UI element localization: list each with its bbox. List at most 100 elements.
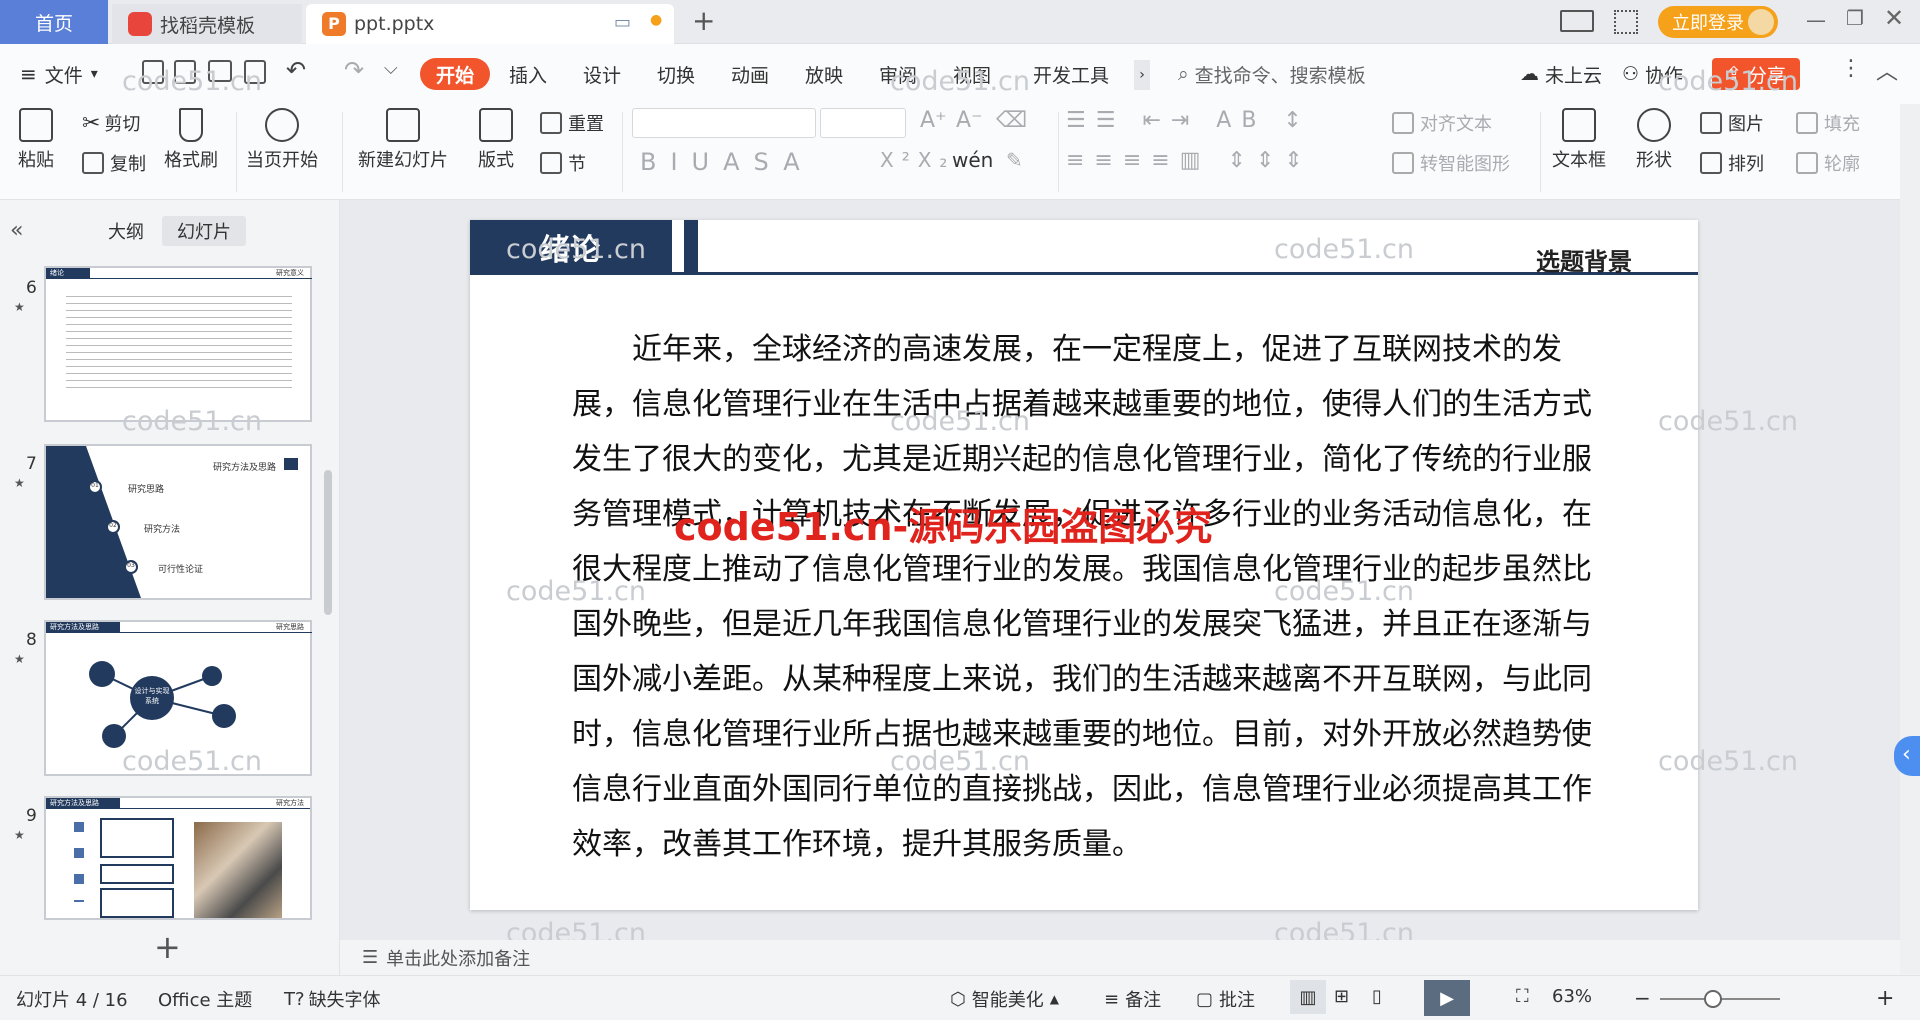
tab-slides[interactable]: 幻灯片 bbox=[162, 216, 246, 246]
menu-animation[interactable]: 动画 bbox=[731, 58, 769, 90]
menu-developer[interactable]: 开发工具 bbox=[1033, 58, 1109, 90]
theme-name[interactable]: Office 主题 bbox=[158, 986, 252, 1012]
zoom-out-icon[interactable]: − bbox=[1634, 986, 1651, 1010]
monitor-icon[interactable]: ▭ bbox=[614, 12, 631, 33]
notes-toggle-button[interactable]: ≡ 备注 bbox=[1104, 986, 1161, 1012]
normal-view-icon[interactable]: ▥ bbox=[1290, 980, 1326, 1014]
text-format-icons[interactable]: BIUASA bbox=[640, 148, 814, 176]
slide-body-text[interactable]: 近年来，全球经济的高速发展，在一定程度上，促进了互联网技术的发展，信息化管理行业… bbox=[572, 322, 1612, 872]
layout-button[interactable]: 版式 bbox=[478, 108, 514, 172]
current-slide[interactable]: 绪论 选题背景 近年来，全球经济的高速发展，在一定程度上，促进了互联网技术的发展… bbox=[470, 220, 1698, 910]
arrange-button[interactable]: 排列 bbox=[1700, 150, 1764, 176]
menu-start[interactable]: 开始 bbox=[420, 58, 491, 90]
align-text-button[interactable]: 对齐文本 bbox=[1392, 110, 1492, 136]
restore-icon[interactable]: ❐ bbox=[1846, 6, 1864, 30]
fit-window-icon[interactable]: ⛶ bbox=[1516, 986, 1529, 1007]
format-painter-button[interactable]: 格式刷 bbox=[164, 108, 218, 172]
sorter-view-icon[interactable]: ⊞ bbox=[1334, 986, 1349, 1007]
copy-button[interactable]: 复制 bbox=[82, 150, 146, 176]
menu-design[interactable]: 设计 bbox=[583, 58, 621, 90]
tab-templates-label: 找稻壳模板 bbox=[160, 14, 256, 37]
textbox-button[interactable]: 文本框 bbox=[1552, 108, 1606, 172]
font-size-down-icon[interactable]: A⁻ bbox=[956, 108, 983, 133]
zoom-slider-handle[interactable] bbox=[1704, 990, 1722, 1008]
thumb-text-lines bbox=[66, 290, 292, 394]
layout-toggle-icon[interactable] bbox=[1560, 10, 1594, 32]
add-slide-button[interactable]: + bbox=[154, 928, 181, 966]
tab-document[interactable]: P ppt.pptx ▭ ● bbox=[306, 4, 674, 44]
cloud-status[interactable]: ☁ 未上云 bbox=[1520, 58, 1602, 90]
customize-icon[interactable]: ⌵ bbox=[384, 58, 398, 79]
play-current-button[interactable]: 当页开始 bbox=[246, 108, 318, 172]
panel-scrollbar[interactable] bbox=[324, 470, 332, 615]
more-icon[interactable]: ⋮ bbox=[1840, 56, 1862, 81]
menu-transition[interactable]: 切换 bbox=[657, 58, 695, 90]
zoom-in-icon[interactable]: + bbox=[1876, 986, 1894, 1011]
thumb-title: 绪论 bbox=[46, 268, 90, 278]
watermark: code51.cn bbox=[890, 66, 1031, 97]
chevron-left-icon: ‹ bbox=[1902, 742, 1911, 767]
hamburger-icon: ≡ bbox=[20, 62, 37, 86]
apps-grid-icon[interactable] bbox=[1614, 10, 1638, 34]
tab-outline[interactable]: 大纲 bbox=[96, 216, 156, 246]
login-button[interactable]: 立即登录 bbox=[1658, 6, 1778, 38]
font-size-up-icon[interactable]: A⁺ bbox=[920, 108, 947, 133]
slide-thumbnail-6[interactable]: 绪论 研究意义 bbox=[44, 266, 312, 422]
reset-button[interactable]: 重置 bbox=[540, 110, 604, 136]
highlight-icon[interactable]: ✎ bbox=[1006, 148, 1023, 172]
cut-button[interactable]: ✂ 剪切 bbox=[82, 110, 140, 136]
paste-button[interactable]: 粘贴 bbox=[18, 108, 54, 172]
thumb-box bbox=[100, 864, 174, 884]
ribbon-scroll[interactable] bbox=[1900, 104, 1920, 974]
collapse-panel-icon[interactable]: « bbox=[10, 218, 23, 243]
menu-slideshow[interactable]: 放映 bbox=[805, 58, 843, 90]
file-menu[interactable]: ≡ 文件 ▾ bbox=[20, 58, 98, 90]
new-slide-button[interactable]: 新建幻灯片 bbox=[358, 108, 448, 172]
fill-button[interactable]: 填充 bbox=[1796, 110, 1860, 136]
slide-thumbnail-9[interactable]: 研究方法及思路 研究方法 bbox=[44, 796, 312, 920]
more-tabs-icon[interactable]: › bbox=[1134, 60, 1150, 90]
shape-button[interactable]: 形状 bbox=[1636, 108, 1672, 172]
tab-templates[interactable]: 找稻壳模板 bbox=[112, 4, 302, 44]
clear-format-icon[interactable]: ⌫ bbox=[996, 108, 1027, 133]
new-tab-button[interactable]: + bbox=[692, 4, 715, 37]
title-bar: 首页 找稻壳模板 P ppt.pptx ▭ ● + 立即登录 — ❐ ✕ bbox=[0, 0, 1920, 44]
font-size-select[interactable] bbox=[820, 108, 906, 138]
beautify-button[interactable]: ⬡ 智能美化 ▲ bbox=[950, 986, 1059, 1012]
expand-sidepanel-button[interactable]: ‹ bbox=[1894, 736, 1920, 776]
notes-area[interactable]: ☰ 单击此处添加备注 bbox=[340, 940, 1900, 975]
thumb-title: 研究方法及思路 bbox=[212, 463, 276, 473]
list-icons[interactable]: ☰☰ ⇤⇥ AB ↕ bbox=[1066, 108, 1312, 133]
superscript-icons[interactable]: X²X₂ bbox=[880, 148, 955, 172]
brush-icon bbox=[179, 108, 203, 142]
undo-icon[interactable]: ↶ bbox=[286, 56, 306, 84]
close-icon[interactable]: ✕ bbox=[1884, 4, 1904, 32]
missing-font-button[interactable]: T? 缺失字体 bbox=[284, 986, 381, 1012]
reading-view-icon[interactable]: ▯ bbox=[1372, 986, 1382, 1007]
smartart-button[interactable]: 转智能图形 bbox=[1392, 150, 1510, 176]
section-button[interactable]: 节 bbox=[540, 150, 586, 176]
slide-thumbnail-7[interactable]: 01 02 03 研究方法及思路 研究思路 研究方法 可行性论证 bbox=[44, 444, 312, 600]
play-button[interactable]: ▶ bbox=[1424, 980, 1470, 1016]
picture-button[interactable]: 图片 bbox=[1700, 110, 1764, 136]
zoom-level[interactable]: 63% bbox=[1552, 986, 1592, 1007]
textbox-label: 文本框 bbox=[1552, 150, 1606, 171]
collapse-ribbon-icon[interactable]: ︿ bbox=[1876, 54, 1898, 86]
comment-button[interactable]: ▢ 批注 bbox=[1196, 986, 1255, 1012]
animation-star-icon: ★ bbox=[14, 828, 25, 842]
thumb-subtitle: 研究意义 bbox=[276, 269, 304, 277]
tab-home[interactable]: 首页 bbox=[0, 0, 108, 44]
thumb-item: 研究思路 bbox=[128, 485, 165, 495]
redo-icon[interactable]: ↷ bbox=[344, 56, 364, 84]
minimize-icon[interactable]: — bbox=[1806, 8, 1826, 32]
cloud-status-label: 未上云 bbox=[1545, 64, 1603, 87]
outline-button[interactable]: 轮廓 bbox=[1796, 150, 1860, 176]
command-search[interactable]: ⌕ 查找命令、搜索模板 bbox=[1178, 58, 1366, 90]
alignment-icons[interactable]: ≡≡≡≡▥ ⇕⇕⇕ bbox=[1066, 148, 1313, 173]
menu-insert[interactable]: 插入 bbox=[509, 58, 547, 90]
phonetic-icon[interactable]: wén bbox=[952, 148, 993, 172]
ribbon: 粘贴 ✂ 剪切 复制 格式刷 当页开始 新建幻灯片 版式 重置 节 A⁺ A⁻ … bbox=[0, 104, 1920, 200]
font-family-select[interactable] bbox=[632, 108, 816, 138]
watermark-red: code51.cn-源码乐园盗图必究 bbox=[674, 505, 1213, 549]
section-label: 节 bbox=[568, 154, 586, 175]
